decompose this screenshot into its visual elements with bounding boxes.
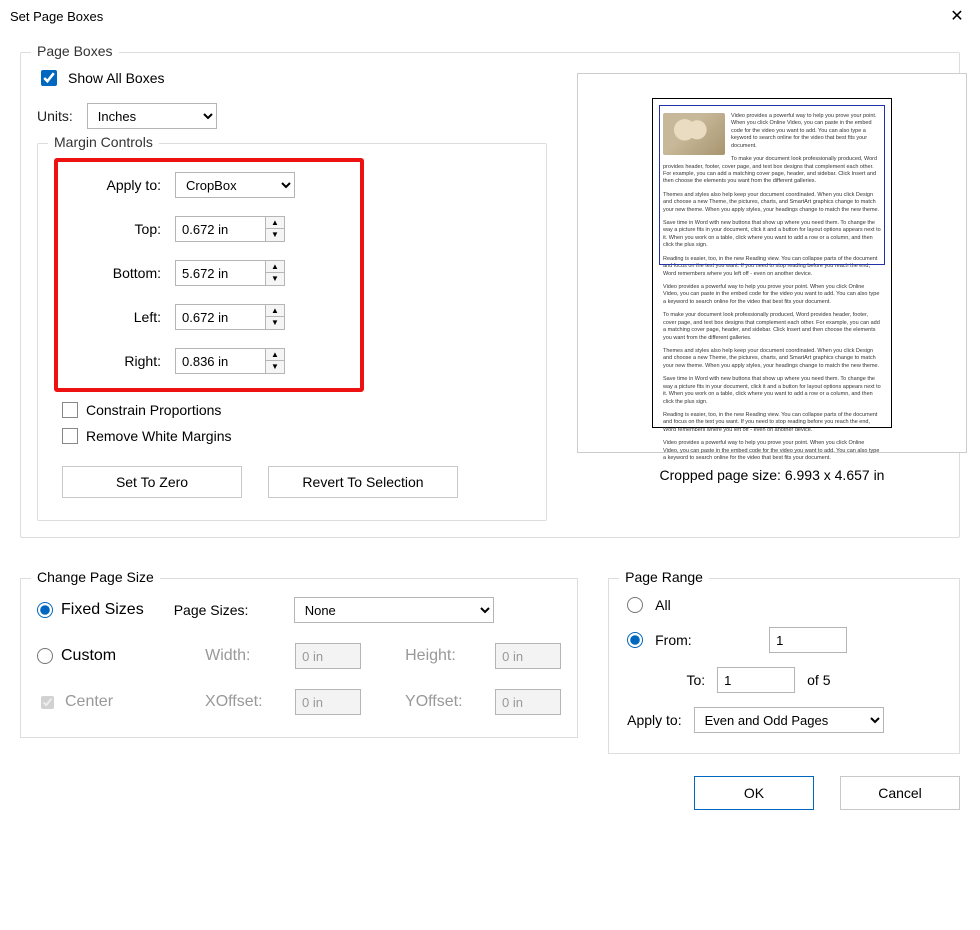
- up-icon[interactable]: ▲: [266, 349, 284, 361]
- right-input[interactable]: [175, 348, 265, 374]
- of-pages-text: of 5: [807, 672, 830, 688]
- down-icon[interactable]: ▼: [266, 317, 284, 329]
- down-icon[interactable]: ▼: [266, 229, 284, 241]
- custom-radio[interactable]: Custom: [37, 647, 116, 665]
- from-radio[interactable]: [627, 632, 643, 648]
- from-input[interactable]: [769, 627, 847, 653]
- apply-to-select[interactable]: CropBox: [175, 172, 295, 198]
- page-sizes-label: Page Sizes:: [174, 602, 264, 618]
- bottom-input[interactable]: [175, 260, 265, 286]
- left-spinner[interactable]: ▲▼: [265, 304, 285, 330]
- remove-white-margins-checkbox[interactable]: Remove White Margins: [62, 428, 530, 444]
- show-all-boxes-input[interactable]: [41, 70, 57, 86]
- close-icon: ✕: [950, 6, 963, 26]
- show-all-boxes-label: Show All Boxes: [68, 70, 165, 86]
- margin-controls-legend: Margin Controls: [48, 134, 159, 150]
- range-apply-to-label: Apply to:: [627, 712, 681, 728]
- change-page-size-group: Change Page Size Fixed Sizes Page Sizes:…: [20, 578, 578, 738]
- close-button[interactable]: ✕: [934, 0, 980, 32]
- range-apply-to-select[interactable]: Even and Odd Pages: [694, 707, 884, 733]
- down-icon[interactable]: ▼: [266, 273, 284, 285]
- bottom-spinner[interactable]: ▲▼: [265, 260, 285, 286]
- constrain-label: Constrain Proportions: [86, 402, 221, 418]
- top-label: Top:: [70, 221, 175, 237]
- top-spinner[interactable]: ▲▼: [265, 216, 285, 242]
- page-sizes-select[interactable]: None: [294, 597, 494, 623]
- all-label: All: [655, 597, 671, 613]
- fixed-sizes-radio[interactable]: Fixed Sizes: [37, 601, 144, 619]
- preview-page: Video provides a powerful way to help yo…: [652, 98, 892, 428]
- up-icon[interactable]: ▲: [266, 305, 284, 317]
- show-all-boxes-checkbox[interactable]: Show All Boxes: [37, 67, 547, 89]
- checkbox-icon: [62, 402, 78, 418]
- to-input[interactable]: [717, 667, 795, 693]
- units-select[interactable]: Inches: [87, 103, 217, 129]
- xoffset-input: [295, 689, 361, 715]
- units-label: Units:: [37, 108, 73, 124]
- change-page-size-legend: Change Page Size: [31, 569, 160, 585]
- margin-controls-group: Margin Controls Apply to: CropBox Top:: [37, 143, 547, 521]
- yoffset-label: YOffset:: [405, 693, 465, 711]
- cropped-page-size: Cropped page size: 6.993 x 4.657 in: [577, 467, 967, 483]
- remove-white-label: Remove White Margins: [86, 428, 232, 444]
- left-input[interactable]: [175, 304, 265, 330]
- left-label: Left:: [70, 309, 175, 325]
- custom-label: Custom: [61, 647, 116, 665]
- window-title: Set Page Boxes: [10, 9, 103, 24]
- to-label: To:: [655, 672, 705, 688]
- down-icon[interactable]: ▼: [266, 361, 284, 373]
- width-input: [295, 643, 361, 669]
- page-preview: Video provides a powerful way to help yo…: [577, 73, 967, 453]
- all-radio[interactable]: [627, 597, 643, 613]
- constrain-proportions-checkbox[interactable]: Constrain Proportions: [62, 402, 530, 418]
- page-range-legend: Page Range: [619, 569, 709, 585]
- top-input[interactable]: [175, 216, 265, 242]
- up-icon[interactable]: ▲: [266, 261, 284, 273]
- ok-button[interactable]: OK: [694, 776, 814, 810]
- height-label: Height:: [405, 647, 465, 665]
- bottom-label: Bottom:: [70, 265, 175, 281]
- xoffset-label: XOffset:: [205, 693, 265, 711]
- center-label: Center: [65, 693, 113, 711]
- revert-to-selection-button[interactable]: Revert To Selection: [268, 466, 458, 498]
- cancel-button[interactable]: Cancel: [840, 776, 960, 810]
- right-label: Right:: [70, 353, 175, 369]
- page-boxes-group: Page Boxes Show All Boxes Units: Inches …: [20, 52, 960, 538]
- title-bar: Set Page Boxes ✕: [0, 0, 980, 32]
- right-spinner[interactable]: ▲▼: [265, 348, 285, 374]
- set-to-zero-button[interactable]: Set To Zero: [62, 466, 242, 498]
- preview-image-icon: [663, 113, 725, 155]
- height-input: [495, 643, 561, 669]
- yoffset-input: [495, 689, 561, 715]
- center-checkbox: Center: [37, 693, 113, 712]
- page-range-group: Page Range All From: To: of 5: [608, 578, 960, 754]
- page-boxes-legend: Page Boxes: [31, 43, 119, 59]
- apply-to-label: Apply to:: [70, 177, 175, 193]
- up-icon[interactable]: ▲: [266, 217, 284, 229]
- margin-highlight-box: Apply to: CropBox Top: ▲▼: [54, 158, 364, 392]
- from-label: From:: [655, 632, 705, 648]
- width-label: Width:: [205, 647, 265, 665]
- fixed-sizes-label: Fixed Sizes: [61, 601, 144, 619]
- checkbox-icon: [62, 428, 78, 444]
